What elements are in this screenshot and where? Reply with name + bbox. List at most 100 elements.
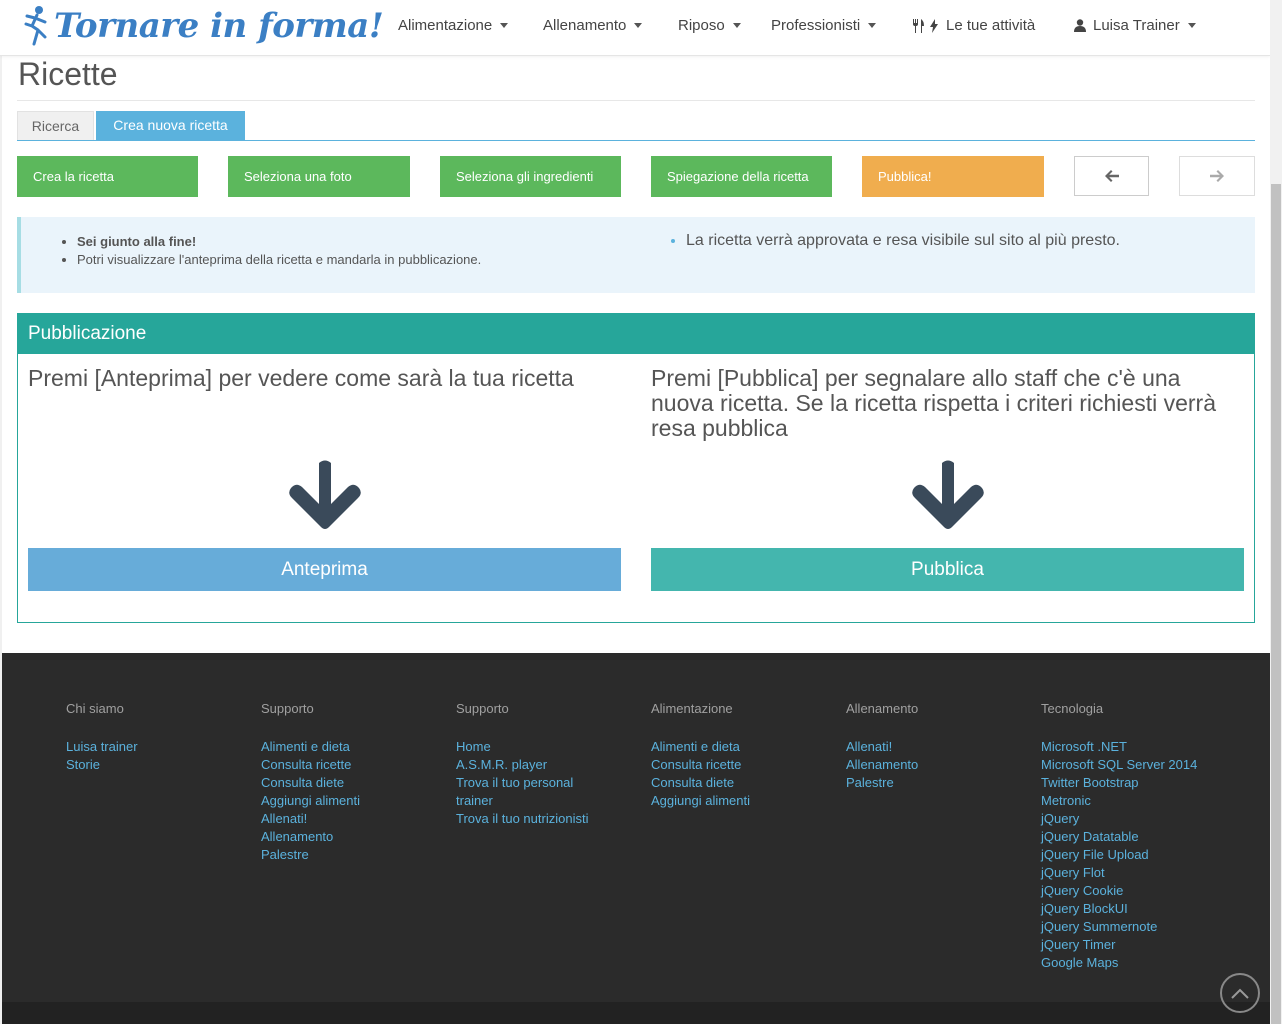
footer-link[interactable]: Consulta diete <box>651 774 841 792</box>
footer-link[interactable]: Palestre <box>261 846 451 864</box>
footer-link[interactable]: Allenati! <box>261 810 451 828</box>
step-seleziona-foto[interactable]: Seleziona una foto <box>228 156 410 197</box>
caret-down-icon <box>868 23 877 28</box>
footer-link[interactable]: jQuery <box>1041 810 1261 828</box>
alert-strong-item: Sei giunto alla fine! <box>77 233 481 251</box>
footer-link[interactable]: jQuery File Upload <box>1041 846 1261 864</box>
preview-description: Premi [Anteprima] per vedere come sarà l… <box>28 365 574 391</box>
next-step-button[interactable] <box>1179 156 1255 196</box>
footer-links: Luisa trainer Storie <box>66 738 256 774</box>
nav-label: Allenamento <box>543 17 627 34</box>
publication-panel: Pubblicazione Premi [Anteprima] per vede… <box>17 313 1255 623</box>
footer-links: Alimenti e dieta Consulta ricette Consul… <box>651 738 841 810</box>
nav-label: Luisa Trainer <box>1093 17 1180 34</box>
footer-links: Alimenti e dieta Consulta ricette Consul… <box>261 738 451 864</box>
footer-link[interactable]: Microsoft .NET <box>1041 738 1261 756</box>
nav-label: Professionisti <box>771 17 861 34</box>
tab-crea-nuova-ricetta[interactable]: Crea nuova ricetta <box>96 111 245 140</box>
page-scrollbar[interactable] <box>1270 0 1282 1024</box>
footer-link[interactable]: Allenamento <box>846 756 1036 774</box>
caret-down-icon <box>500 23 509 28</box>
footer-column-title: Alimentazione <box>651 701 733 716</box>
scrollbar-thumb[interactable] <box>1271 184 1281 1024</box>
nav-label: Alimentazione <box>398 17 493 34</box>
footer-link[interactable]: Consulta diete <box>261 774 451 792</box>
brand-name: Tornare in forma! <box>54 6 384 46</box>
footer-link[interactable]: jQuery BlockUI <box>1041 900 1261 918</box>
footer-link[interactable]: Trova il tuo nutrizionisti <box>456 810 646 828</box>
top-header: Tornare in forma! Alimentazione Allename… <box>0 0 1270 56</box>
footer-column-title: Supporto <box>456 701 509 716</box>
caret-down-icon <box>732 23 741 28</box>
page: Tornare in forma! Alimentazione Allename… <box>0 0 1282 1024</box>
footer-link[interactable]: trainer <box>456 792 646 810</box>
step-seleziona-ingredienti[interactable]: Seleziona gli ingredienti <box>440 156 621 197</box>
footer-link[interactable]: Aggiungi alimenti <box>651 792 841 810</box>
footer-link[interactable]: Aggiungi alimenti <box>261 792 451 810</box>
footer-link[interactable]: Allenamento <box>261 828 451 846</box>
footer-link[interactable]: Alimenti e dieta <box>261 738 451 756</box>
footer-link[interactable]: jQuery Datatable <box>1041 828 1261 846</box>
footer-column-title: Tecnologia <box>1041 701 1104 716</box>
previous-step-button[interactable] <box>1074 156 1149 196</box>
alert-strong-text: Sei giunto alla fine! <box>77 234 197 249</box>
bolt-icon <box>930 18 938 33</box>
nav-allenamento[interactable]: Allenamento <box>543 17 643 34</box>
footer-link[interactable]: Palestre <box>846 774 1036 792</box>
footer-link[interactable]: Alimenti e dieta <box>651 738 841 756</box>
brand-logo[interactable]: Tornare in forma! <box>20 2 384 50</box>
footer-link[interactable]: Trova il tuo personal <box>456 774 646 792</box>
footer-link[interactable]: Luisa trainer <box>66 738 256 756</box>
user-icon <box>1074 19 1086 32</box>
footer-column-supporto-2: Supporto Home A.S.M.R. player Trova il t… <box>456 700 646 828</box>
tab-ricerca[interactable]: Ricerca <box>17 111 94 140</box>
footer-link[interactable]: jQuery Cookie <box>1041 882 1261 900</box>
footer-link[interactable]: Google Maps <box>1041 954 1261 972</box>
footer-link[interactable]: Storie <box>66 756 256 774</box>
footer-link[interactable]: Home <box>456 738 646 756</box>
footer-link[interactable]: Allenati! <box>846 738 1036 756</box>
nav-le-tue-attivita[interactable]: Le tue attività <box>912 17 1035 34</box>
footer-link[interactable]: jQuery Summernote <box>1041 918 1261 936</box>
publish-description: Premi [Pubblica] per segnalare allo staf… <box>651 365 1216 441</box>
preview-button[interactable]: Anteprima <box>28 548 621 591</box>
publish-button[interactable]: Pubblica <box>651 548 1244 591</box>
nav-user-menu[interactable]: Luisa Trainer <box>1074 17 1196 34</box>
footer-link[interactable]: Consulta ricette <box>261 756 451 774</box>
footer-link[interactable]: A.S.M.R. player <box>456 756 646 774</box>
footer-column-title: Chi siamo <box>66 701 124 716</box>
footer-bottom-bar <box>2 1002 1270 1024</box>
nav-label: Le tue attività <box>946 17 1036 34</box>
caret-down-icon <box>1187 23 1196 28</box>
footer-column-chi-siamo: Chi siamo Luisa trainer Storie <box>66 700 256 774</box>
chevron-up-icon <box>1231 988 1249 999</box>
alert-left-list: Sei giunto alla fine! Potri visualizzare… <box>77 233 481 269</box>
step-spiegazione[interactable]: Spiegazione della ricetta <box>651 156 832 197</box>
nav-riposo[interactable]: Riposo <box>678 17 741 34</box>
caret-down-icon <box>634 23 643 28</box>
footer-links: Home A.S.M.R. player Trova il tuo person… <box>456 738 646 828</box>
arrow-right-icon <box>1210 170 1224 182</box>
step-pubblica[interactable]: Pubblica! <box>862 156 1044 197</box>
footer-link[interactable]: jQuery Flot <box>1041 864 1261 882</box>
footer-column-title: Supporto <box>261 701 314 716</box>
footer-link[interactable]: Microsoft SQL Server 2014 <box>1041 756 1261 774</box>
title-divider <box>17 100 1255 101</box>
footer-link[interactable]: Consulta ricette <box>651 756 841 774</box>
scroll-to-top-button[interactable] <box>1220 973 1260 1013</box>
page-title: Ricette <box>18 56 118 92</box>
footer-link[interactable]: jQuery Timer <box>1041 936 1261 954</box>
footer-link[interactable]: Twitter Bootstrap <box>1041 774 1261 792</box>
nav-alimentazione[interactable]: Alimentazione <box>398 17 509 34</box>
alert-approval-item: La ricetta verrà approvata e resa visibi… <box>686 231 1120 251</box>
alert-text-item: Potri visualizzare l'anteprima della ric… <box>77 251 481 269</box>
tabs-divider <box>17 140 1255 141</box>
nav-label: Riposo <box>678 17 725 34</box>
footer-column-tecnologia: Tecnologia Microsoft .NET Microsoft SQL … <box>1041 700 1261 972</box>
footer-links: Microsoft .NET Microsoft SQL Server 2014… <box>1041 738 1261 972</box>
footer-link[interactable]: Metronic <box>1041 792 1261 810</box>
step-crea-ricetta[interactable]: Crea la ricetta <box>17 156 198 197</box>
nav-professionisti[interactable]: Professionisti <box>771 17 877 34</box>
footer-column-alimentazione: Alimentazione Alimenti e dieta Consulta … <box>651 700 841 810</box>
panel-title: Pubblicazione <box>18 314 1254 354</box>
